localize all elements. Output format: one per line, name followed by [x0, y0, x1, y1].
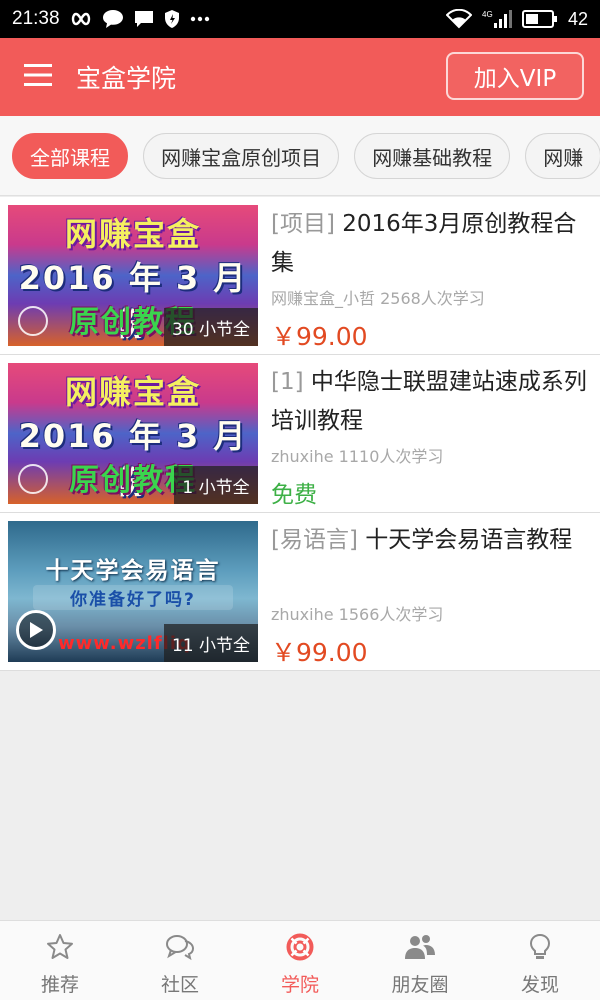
course-item[interactable]: 十天学会易语言 你准备好了吗? www.wzlfliq 11 小节全 [易语言]… — [0, 513, 600, 671]
course-tag: [易语言] — [271, 527, 358, 553]
nav-label: 发现 — [520, 974, 559, 996]
ring-icon — [18, 464, 48, 494]
section-count-badge: 30 小节全 — [163, 308, 258, 346]
course-thumbnail: 十天学会易语言 你准备好了吗? www.wzlfliq 11 小节全 — [8, 521, 258, 662]
course-list: 网赚宝盒 2016 年 3 月份 原创教程 30 小节全 [项目] 2016年3… — [0, 197, 600, 671]
ring-icon — [18, 306, 48, 336]
nav-item-recommend[interactable]: 推荐 — [0, 921, 120, 1000]
course-meta: zhuxihe 1110人次学习 — [271, 447, 444, 466]
nav-label: 推荐 — [40, 974, 79, 996]
battery-icon — [521, 10, 558, 28]
course-thumbnail: 网赚宝盒 2016 年 3 月份 原创教程 30 小节全 — [8, 205, 258, 346]
course-meta: 网赚宝盒_小哲 2568人次学习 — [271, 289, 485, 308]
thumbnail-line-1: 网赚宝盒 — [64, 373, 201, 411]
course-tag: [1] — [271, 369, 304, 395]
course-price: ￥99.00 — [271, 322, 368, 351]
course-meta: zhuxihe 1566人次学习 — [271, 605, 444, 624]
category-tab-basic-tutorials[interactable]: 网赚基础教程 — [354, 133, 511, 179]
category-tab-more[interactable]: 网赚 — [525, 133, 600, 179]
page-title: 宝盒学院 — [76, 64, 177, 93]
nav-item-discover[interactable]: 发现 — [480, 921, 600, 1000]
chat-bubbles-icon — [165, 933, 195, 966]
course-title-text: 十天学会易语言教程 — [365, 527, 573, 553]
bottom-navigation: 推荐 社区 学院 朋友圈 发现 — [0, 920, 600, 1000]
lightbulb-icon — [528, 933, 552, 966]
thumbnail-line-1: 网赚宝盒 — [64, 215, 201, 253]
more-dots-icon — [190, 16, 210, 22]
course-price: ￥99.00 — [271, 638, 368, 667]
category-tab-all[interactable]: 全部课程 — [12, 133, 128, 179]
section-count-badge: 11 小节全 — [163, 624, 258, 662]
status-time: 21:38 — [12, 8, 60, 29]
menu-button[interactable] — [0, 38, 76, 116]
battery-percent: 42 — [567, 8, 588, 29]
category-tabs: 全部课程 网赚宝盒原创项目 网赚基础教程 网赚 — [0, 116, 600, 196]
status-bar: 21:38 4G 42 — [0, 0, 600, 38]
cell-signal-icon: 4G — [482, 9, 512, 29]
course-tag: [项目] — [271, 211, 335, 237]
join-vip-button[interactable]: 加入VIP — [446, 52, 584, 100]
course-title: [1] 中华隐士联盟建站速成系列培训教程 — [271, 363, 590, 441]
shield-icon — [164, 9, 180, 29]
nav-label: 社区 — [160, 974, 199, 996]
thumbnail-line-2: 你准备好了吗? — [33, 585, 233, 610]
course-item[interactable]: 网赚宝盒 2016 年 3 月份 原创教程 1 小节全 [1] 中华隐士联盟建站… — [0, 355, 600, 513]
nav-label: 朋友圈 — [391, 974, 449, 996]
wifi-icon — [445, 9, 472, 29]
category-tab-original-projects[interactable]: 网赚宝盒原创项目 — [143, 133, 340, 179]
course-price: 免费 — [271, 482, 317, 508]
app-header: 宝盒学院 加入VIP — [0, 38, 600, 116]
course-item[interactable]: 网赚宝盒 2016 年 3 月份 原创教程 30 小节全 [项目] 2016年3… — [0, 197, 600, 355]
nav-label: 学院 — [280, 974, 319, 996]
thumbnail-line-1: 十天学会易语言 — [45, 558, 221, 584]
course-title-text: 中华隐士联盟建站速成系列培训教程 — [271, 369, 587, 434]
nav-item-academy[interactable]: 学院 — [240, 921, 360, 1000]
play-icon[interactable] — [16, 610, 56, 650]
chat-icon — [134, 10, 154, 28]
section-count-badge: 1 小节全 — [174, 466, 258, 504]
course-title: [易语言] 十天学会易语言教程 — [271, 521, 590, 560]
course-thumbnail: 网赚宝盒 2016 年 3 月份 原创教程 1 小节全 — [8, 363, 258, 504]
infinity-icon — [70, 12, 92, 26]
hamburger-icon — [24, 64, 52, 90]
message-icon — [102, 9, 124, 29]
course-title: [项目] 2016年3月原创教程合集 — [271, 205, 590, 283]
signal-4g-text: 4G — [482, 10, 493, 19]
nav-item-community[interactable]: 社区 — [120, 921, 240, 1000]
lifebuoy-icon — [286, 933, 314, 966]
nav-item-friends[interactable]: 朋友圈 — [360, 921, 480, 1000]
star-icon — [46, 933, 74, 966]
people-icon — [404, 933, 436, 966]
